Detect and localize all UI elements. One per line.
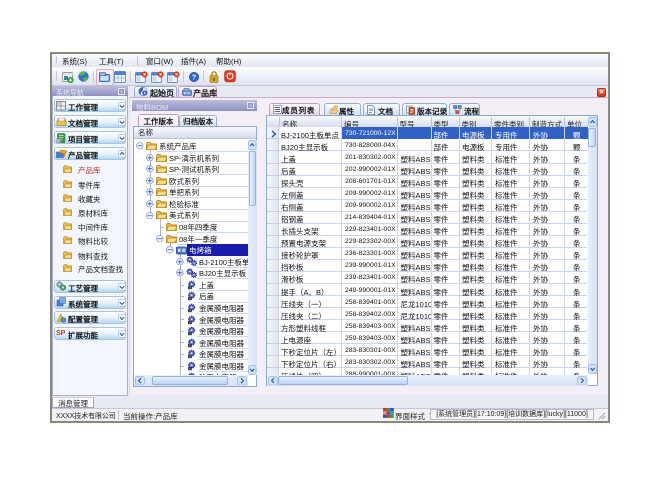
svg-text:?: ? [192, 73, 197, 82]
